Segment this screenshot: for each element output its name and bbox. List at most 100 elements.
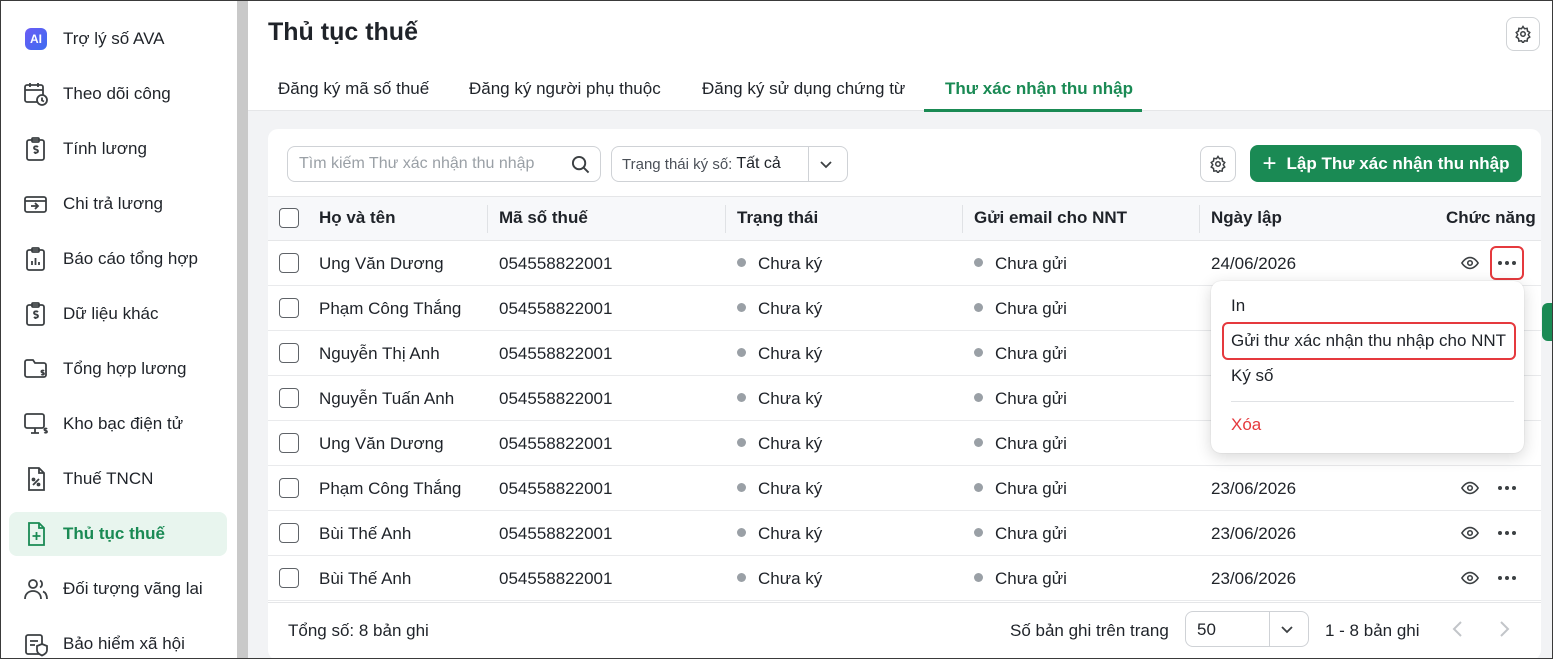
status-dot — [737, 303, 746, 312]
sidebar-item-label: Tổng hợp lương — [63, 359, 187, 378]
select-all-checkbox[interactable] — [279, 208, 299, 228]
menu-item-send-to-taxpayer[interactable]: Gửi thư xác nhận thu nhập cho NNT — [1231, 331, 1506, 351]
sidebar-item-pit[interactable]: Thuế TNCN — [9, 457, 227, 501]
row-checkbox[interactable] — [279, 478, 299, 498]
cell-name: Phạm Công Thắng — [319, 479, 462, 498]
sidebar-item-tax-procedures[interactable]: Thủ tục thuế — [9, 512, 227, 556]
sidebar-item-ava[interactable]: AI Trợ lý số AVA — [9, 17, 227, 61]
cell-name: Phạm Công Thắng — [319, 299, 462, 318]
view-eye-icon[interactable] — [1460, 255, 1480, 276]
chevron-down-icon[interactable] — [818, 156, 834, 176]
chevron-down-icon[interactable] — [1279, 621, 1295, 642]
column-header-tax-code[interactable]: Mã số thuế — [499, 208, 588, 228]
sidebar-item-label: Bảo hiểm xã hội — [63, 634, 185, 653]
row-checkbox[interactable] — [279, 433, 299, 453]
sidebar-item-social-insurance[interactable]: Bảo hiểm xã hội — [9, 622, 227, 658]
side-panel-toggle[interactable] — [1542, 303, 1552, 341]
tax-document-icon — [23, 466, 49, 492]
search-icon[interactable] — [571, 155, 590, 179]
sidebar-item-salary-payment[interactable]: Chi trả lương — [9, 182, 227, 226]
tab-document-usage-registration[interactable]: Đăng ký sử dụng chứng từ — [702, 79, 905, 99]
view-eye-icon[interactable] — [1460, 525, 1480, 546]
cell-created-date: 23/06/2026 — [1211, 569, 1297, 588]
table-row[interactable]: Bùi Thế Anh 054558822001 Chưa ký Chưa gử… — [268, 556, 1541, 601]
cell-tax-code: 054558822001 — [499, 299, 613, 318]
more-actions-button[interactable] — [1490, 561, 1524, 595]
row-checkbox[interactable] — [279, 568, 299, 588]
select-divider — [1269, 612, 1270, 646]
per-page-label: Số bản ghi trên trang — [1010, 621, 1169, 640]
cell-email-status: Chưa gửi — [974, 299, 1067, 319]
calendar-clock-icon — [23, 81, 49, 107]
filter-label: Trạng thái ký số: — [622, 155, 733, 173]
column-divider — [487, 205, 488, 233]
column-header-created-date[interactable]: Ngày lập — [1211, 208, 1282, 228]
status-dot — [737, 483, 746, 492]
more-actions-button[interactable] — [1490, 516, 1524, 550]
app-window: AI Trợ lý số AVA Theo dõi công Tính lươn… — [0, 0, 1553, 659]
create-income-letter-button[interactable]: + Lập Thư xác nhận thu nhập — [1250, 145, 1522, 182]
status-dot — [974, 528, 983, 537]
table-settings-button[interactable] — [1200, 146, 1236, 182]
sidebar-item-attendance[interactable]: Theo dõi công — [9, 72, 227, 116]
menu-item-digital-sign[interactable]: Ký số — [1231, 366, 1274, 386]
table-row[interactable]: Phạm Công Thắng 054558822001 Chưa ký Chư… — [268, 466, 1541, 511]
sidebar-item-payroll[interactable]: Tính lương — [9, 127, 227, 171]
row-checkbox[interactable] — [279, 253, 299, 273]
cell-tax-code: 054558822001 — [499, 344, 613, 363]
tab-income-confirmation-letter[interactable]: Thư xác nhận thu nhập — [945, 79, 1133, 99]
view-eye-icon[interactable] — [1460, 480, 1480, 501]
more-actions-button[interactable] — [1490, 246, 1524, 280]
menu-item-delete[interactable]: Xóa — [1231, 415, 1261, 435]
sidebar-item-label: Theo dõi công — [63, 84, 171, 103]
row-checkbox[interactable] — [279, 298, 299, 318]
cell-email-status: Chưa gửi — [974, 344, 1067, 364]
sidebar-item-label: Đối tượng vãng lai — [63, 579, 203, 598]
more-actions-button[interactable] — [1490, 471, 1524, 505]
status-dot — [737, 393, 746, 402]
sign-status-filter[interactable]: Trạng thái ký số: Tất cả — [611, 146, 848, 182]
table-row[interactable]: Bùi Thế Anh 054558822001 Chưa ký Chưa gử… — [268, 511, 1541, 556]
sidebar-item-e-treasury[interactable]: Kho bạc điện tử — [9, 402, 227, 446]
more-horizontal-icon — [1498, 261, 1516, 265]
column-divider — [962, 205, 963, 233]
prev-page-chevron-left-icon[interactable] — [1450, 619, 1466, 644]
sidebar-item-label: Thủ tục thuế — [63, 524, 165, 543]
column-header-status[interactable]: Trạng thái — [737, 208, 818, 228]
column-header-name[interactable]: Họ và tên — [319, 208, 396, 228]
sidebar-item-visitors[interactable]: Đối tượng vãng lai — [9, 567, 227, 611]
sidebar-item-salary-summary[interactable]: Tổng hợp lương — [9, 347, 227, 391]
tab-tax-code-registration[interactable]: Đăng ký mã số thuế — [278, 79, 429, 99]
search-input[interactable] — [299, 155, 561, 173]
people-icon — [23, 576, 49, 602]
menu-item-print[interactable]: In — [1231, 296, 1245, 316]
column-header-email[interactable]: Gửi email cho NNT — [974, 208, 1127, 228]
sidebar-item-label: Trợ lý số AVA — [63, 29, 165, 48]
cell-name: Ung Văn Dương — [319, 254, 444, 273]
status-dot — [974, 348, 983, 357]
table-header: Họ và tên Mã số thuế Trạng thái Gửi emai… — [268, 196, 1541, 241]
page-header: Thủ tục thuế Đăng ký mã số thuế Đăng ký … — [248, 1, 1552, 112]
table-row[interactable]: Ung Văn Dương 054558822001 Chưa ký Chưa … — [268, 241, 1541, 286]
cell-status: Chưa ký — [737, 389, 822, 409]
sidebar-item-other-data[interactable]: Dữ liệu khác — [9, 292, 227, 336]
next-page-chevron-right-icon[interactable] — [1496, 619, 1512, 644]
row-checkbox[interactable] — [279, 523, 299, 543]
status-dot — [974, 483, 983, 492]
per-page-select[interactable]: 50 — [1185, 611, 1309, 647]
cell-status: Chưa ký — [737, 479, 822, 499]
row-checkbox[interactable] — [279, 343, 299, 363]
active-tab-indicator — [924, 109, 1142, 112]
insurance-icon — [23, 631, 49, 657]
status-dot — [737, 258, 746, 267]
sidebar-item-summary-report[interactable]: Báo cáo tổng hợp — [9, 237, 227, 281]
view-eye-icon[interactable] — [1460, 570, 1480, 591]
cell-name: Ung Văn Dương — [319, 434, 444, 453]
tab-dependent-registration[interactable]: Đăng ký người phụ thuộc — [469, 79, 661, 99]
row-checkbox[interactable] — [279, 388, 299, 408]
more-horizontal-icon — [1498, 576, 1516, 580]
cell-email-status: Chưa gửi — [974, 434, 1067, 454]
page-settings-button[interactable] — [1506, 17, 1540, 51]
cell-tax-code: 054558822001 — [499, 254, 613, 273]
sidebar-item-label: Kho bạc điện tử — [63, 414, 184, 433]
